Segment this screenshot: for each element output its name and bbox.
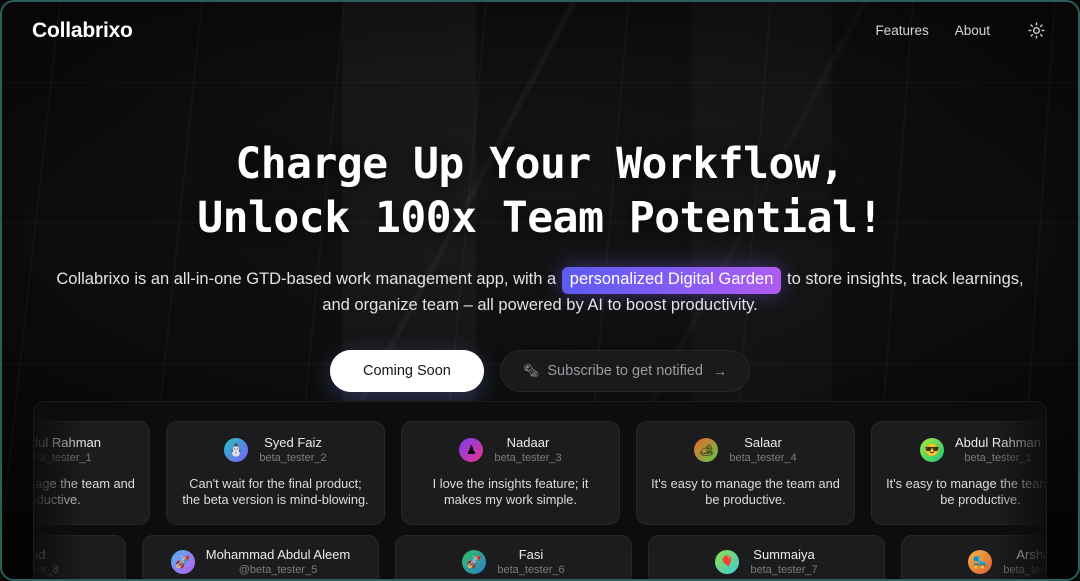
testimonial-handle: beta_tester_2 <box>259 452 327 465</box>
testimonial-name: Syed Faiz <box>264 435 322 450</box>
avatar: 🛼 <box>968 550 993 575</box>
testimonial-handle: beta_tester_3 <box>494 452 562 465</box>
testimonial-card[interactable]: ♟ Nadaar beta_tester_3 I love the insights … <box>401 421 620 525</box>
avatar: ♟ <box>459 438 484 463</box>
app-frame: Collabrixo Features About Charge Up Your… <box>0 0 1080 581</box>
testimonial-identity: Arshad beta_tester_8 <box>1003 547 1046 578</box>
testimonial-handle: beta_tester_8 <box>33 564 59 577</box>
hero-title-line-1: Charge Up Your Workflow, <box>235 139 845 189</box>
testimonial-card[interactable]: 🚀 Mohammad Abdul Aleem @beta_tester_5 <box>142 535 379 579</box>
nav-link-about[interactable]: About <box>955 23 990 38</box>
coming-soon-button[interactable]: Coming Soon <box>330 349 484 392</box>
testimonial-identity: Salaar beta_tester_4 <box>729 435 796 466</box>
testimonial-header: ♟ Nadaar beta_tester_3 <box>416 435 605 466</box>
testimonial-name: Abdul Rahman <box>34 435 101 450</box>
testimonial-identity: Summaiya beta_tester_7 <box>750 547 817 578</box>
testimonial-header: 🛼Arshadbeta_tester_8 <box>33 547 111 578</box>
testimonial-name: Salaar <box>744 435 782 450</box>
avatar: ⛄ <box>224 438 249 463</box>
testimonial-name: Summaiya <box>753 547 815 562</box>
arrow-right-icon: → <box>712 362 727 379</box>
testimonial-handle: beta_tester_6 <box>497 564 565 577</box>
avatar: 🚀 <box>170 550 195 575</box>
testimonial-handle: beta_tester_4 <box>729 452 797 465</box>
digital-garden-highlight: personalized Digital Garden <box>561 267 782 295</box>
testimonial-quote: It's easy to manage the team and be prod… <box>886 475 1046 508</box>
brand-logo[interactable]: Collabrixo <box>32 19 133 43</box>
hero-title-line-2: Unlock 100x Team Potential! <box>197 193 883 243</box>
testimonial-identity: Mohammad Abdul Aleem @beta_tester_5 <box>206 547 351 578</box>
hero-section: Charge Up Your Workflow, Unlock 100x Tea… <box>2 59 1078 392</box>
testimonial-header: 🚀 Mohammad Abdul Aleem @beta_tester_5 <box>157 547 364 578</box>
newspaper-icon: 🗞 <box>522 363 540 379</box>
avatar: 😎 <box>920 438 944 463</box>
testimonial-row-2[interactable]: 🛼 Arshad beta_tester_8 🚀 Mohammad Abdul Alee… <box>33 535 1046 579</box>
avatar: 🏕 <box>694 438 719 463</box>
cta-row: Coming Soon 🗞 Subscribe to get notified … <box>2 349 1078 392</box>
testimonial-name: Arshad <box>1016 547 1046 562</box>
testimonial-row-1[interactable]: 😎 Abdul Rahman beta_tester_1 It's easy to m… <box>34 421 1046 525</box>
nav-link-features[interactable]: Features <box>875 23 928 38</box>
hero-subtitle-part-1: Collabrixo is an all-in-one GTD-based wo… <box>56 270 561 288</box>
avatar: 🚀 <box>462 550 487 575</box>
testimonial-handle: @beta_tester_5 <box>238 564 318 577</box>
testimonial-quote: It's easy to manage the team and be prod… <box>651 475 840 508</box>
testimonial-handle: beta_tester_1 <box>964 452 1032 465</box>
testimonial-card[interactable]: 🛼Arshadbeta_tester_8 <box>33 535 126 579</box>
testimonial-quote: It's easy to manage the team and be prod… <box>34 475 135 508</box>
page-title: Charge Up Your Workflow, Unlock 100x Tea… <box>2 143 1078 240</box>
testimonial-identity: Arshad beta_tester_8 <box>33 547 59 578</box>
testimonial-quote: Can't wait for the final product; the be… <box>182 475 369 508</box>
subscribe-button-label: Subscribe to get notified <box>547 362 703 379</box>
testimonial-name: Mohammad Abdul Aleem <box>205 547 351 562</box>
testimonial-header: 🛼 Arshad beta_tester_8 <box>916 547 1046 578</box>
testimonial-card[interactable]: 🚀 Fasi beta_tester_6 <box>395 535 632 579</box>
testimonial-identity: Abdul Rahman beta_tester_1 <box>34 435 101 466</box>
hero-subtitle: Collabrixo is an all-in-one GTD-based wo… <box>50 267 1030 318</box>
testimonials-marquee: 😎 Abdul Rahman beta_tester_1 It's easy to m… <box>33 401 1047 579</box>
testimonial-identity: Abdul Rahman beta_tester_1 <box>955 435 1041 466</box>
testimonial-card[interactable]: ⛄ Syed Faiz beta_tester_2 Can't wait for th… <box>166 421 385 525</box>
testimonial-header: 😎 Abdul Rahman beta_tester_1 <box>886 435 1046 466</box>
testimonial-header: 🏕 Salaar beta_tester_4 <box>651 435 840 466</box>
testimonial-identity: Nadaar beta_tester_3 <box>494 435 561 466</box>
sun-icon[interactable] <box>1024 19 1048 43</box>
testimonial-handle: beta_tester_8 <box>1003 564 1046 577</box>
subscribe-button[interactable]: 🗞 Subscribe to get notified → <box>499 349 750 392</box>
testimonial-header: 🚀 Fasi beta_tester_6 <box>410 547 617 578</box>
testimonial-identity: Fasi beta_tester_6 <box>497 547 564 578</box>
testimonial-handle: beta_tester_1 <box>34 452 92 465</box>
main-nav: Features About <box>875 19 1048 43</box>
testimonial-card[interactable]: 🎈 Summaiya beta_tester_7 <box>648 535 885 579</box>
testimonial-card[interactable]: 😎 Abdul Rahman beta_tester_1 It's easy to m… <box>871 421 1046 525</box>
testimonial-card[interactable]: 🛼 Arshad beta_tester_8 <box>901 535 1046 579</box>
testimonial-header: 🎈 Summaiya beta_tester_7 <box>663 547 870 578</box>
testimonial-quote: I love the insights feature; it makes my… <box>432 475 589 508</box>
testimonial-name: Nadaar <box>506 435 550 450</box>
testimonial-identity: Syed Faiz beta_tester_2 <box>259 435 326 466</box>
testimonial-card[interactable]: 🏕 Salaar beta_tester_4 It's easy to manage … <box>636 421 855 525</box>
avatar: 🎈 <box>715 550 740 575</box>
testimonial-handle: beta_tester_7 <box>750 564 818 577</box>
testimonial-card[interactable]: 😎Abdul Rahmanbeta_tester_1It's easy to m… <box>34 421 150 525</box>
testimonial-header: ⛄ Syed Faiz beta_tester_2 <box>181 435 370 466</box>
testimonial-name: Fasi <box>518 547 544 562</box>
testimonial-name: Arshad <box>34 547 46 562</box>
testimonial-header: 😎Abdul Rahmanbeta_tester_1 <box>34 435 135 466</box>
site-header: Collabrixo Features About <box>2 2 1078 59</box>
testimonial-name: Abdul Rahman <box>955 435 1041 450</box>
